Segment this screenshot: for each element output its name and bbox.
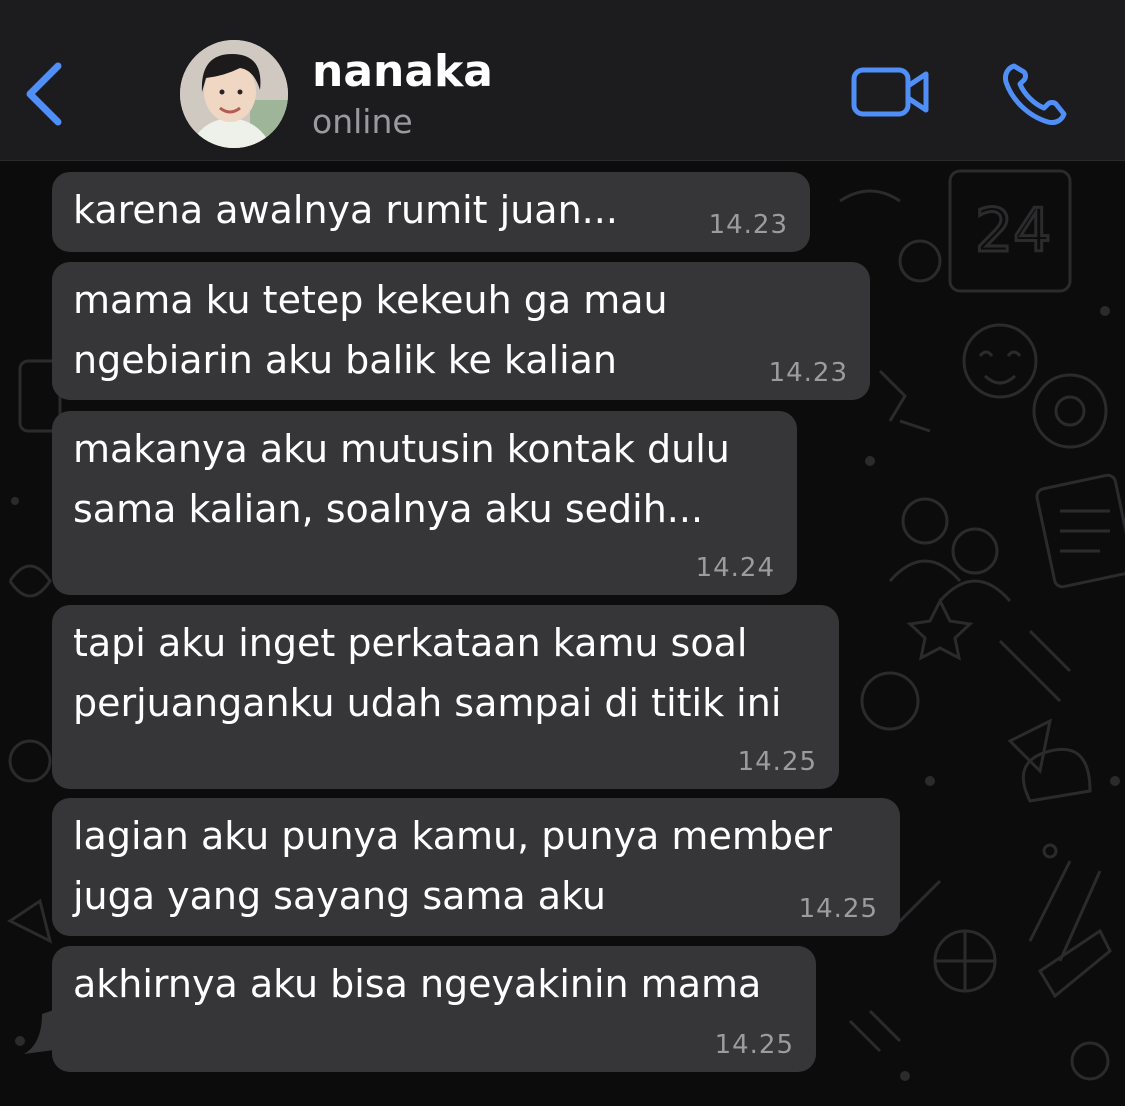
message-text: tapi aku inget perkataan kamu soal perju… (73, 621, 782, 725)
voice-call-button[interactable] (1000, 60, 1070, 126)
message-bubble[interactable]: karena awalnya rumit juan... 14.23 (52, 172, 810, 252)
chat-header: nanaka online (0, 0, 1125, 161)
message-text: karena awalnya rumit juan... (73, 188, 618, 232)
message-text: mama ku tetep kekeuh ga mau ngebiarin ak… (73, 278, 668, 382)
contact-status: online (312, 102, 413, 141)
message-bubble[interactable]: akhirnya aku bisa ngeyakinin mama 14.25 (52, 946, 816, 1072)
svg-text:24: 24 (975, 196, 1051, 266)
message-text: akhirnya aku bisa ngeyakinin mama (73, 962, 762, 1006)
back-button[interactable] (20, 60, 70, 130)
chat-screen: nanaka online 24 karena awalnya rumit ju… (0, 0, 1125, 1106)
phone-call-icon (1003, 63, 1067, 125)
message-time: 14.25 (798, 894, 878, 924)
contact-name[interactable]: nanaka (312, 44, 493, 100)
avatar[interactable] (180, 40, 288, 148)
message-time: 14.23 (708, 210, 788, 240)
message-time: 14.25 (737, 747, 817, 777)
message-bubble[interactable]: makanya aku mutusin kontak dulu sama kal… (52, 411, 797, 595)
message-time: 14.25 (714, 1030, 794, 1060)
video-call-button[interactable] (850, 64, 932, 120)
message-bubble[interactable]: lagian aku punya kamu, punya member juga… (52, 798, 900, 936)
message-bubble[interactable]: tapi aku inget perkataan kamu soal perju… (52, 605, 839, 789)
avatar-photo (180, 40, 288, 148)
message-time: 14.24 (695, 553, 775, 583)
message-bubble[interactable]: mama ku tetep kekeuh ga mau ngebiarin ak… (52, 262, 870, 400)
message-time: 14.23 (768, 358, 848, 388)
video-call-icon (851, 67, 929, 117)
message-text: lagian aku punya kamu, punya member juga… (73, 814, 832, 918)
message-text: makanya aku mutusin kontak dulu sama kal… (73, 427, 730, 531)
back-chevron-icon (26, 62, 62, 126)
